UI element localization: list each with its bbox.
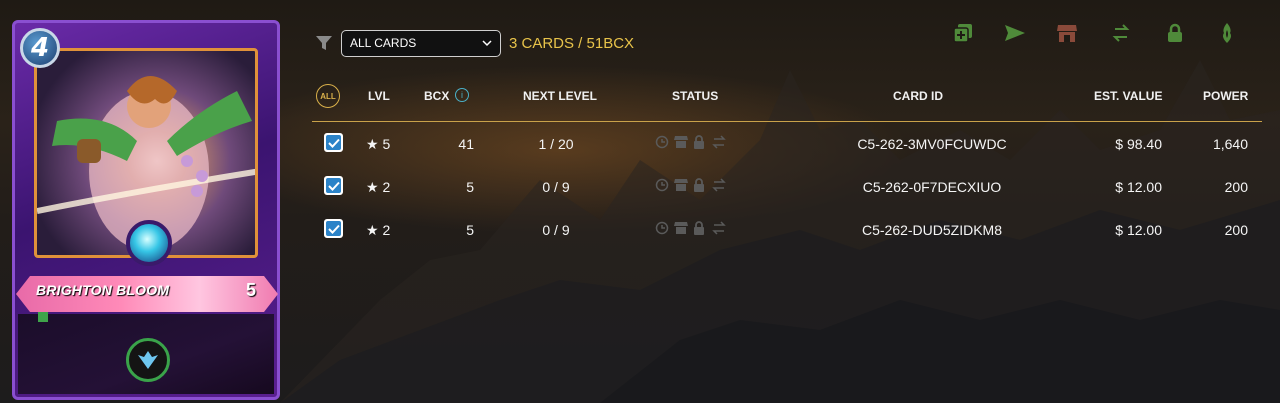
status-icons (655, 135, 726, 151)
clock-icon (655, 221, 669, 237)
cell-power: 200 (1224, 179, 1248, 195)
card-filter-select[interactable]: ALL CARDS (341, 29, 501, 57)
cell-power: 200 (1224, 222, 1248, 238)
cell-bcx: 5 (466, 222, 474, 238)
table-header: ALL LVL BCX i NEXT LEVEL STATUS CARD ID … (312, 80, 1262, 122)
market-icon (674, 221, 688, 237)
transfer-icon (712, 221, 726, 237)
cell-est-value: $ 12.00 (1115, 222, 1162, 238)
cell-card-id[interactable]: C5-262-3MV0FCUWDC (812, 136, 1052, 152)
chevron-down-icon (482, 36, 492, 50)
table-row[interactable]: ★ 250 / 9 C5-262-DUD5ZIDKM8 $ 12.00 200 (312, 208, 1262, 251)
lock-icon (693, 178, 707, 194)
cell-bcx: 5 (466, 179, 474, 195)
lock-icon[interactable] (1162, 20, 1188, 46)
level-indicator (38, 312, 48, 322)
cell-est-value: $ 12.00 (1115, 179, 1162, 195)
market-icon (674, 135, 688, 151)
status-icons (655, 178, 726, 194)
lock-icon (693, 135, 707, 151)
market-icon (674, 178, 688, 194)
cell-next-level: 1 / 20 (538, 136, 574, 152)
clock-icon (655, 178, 669, 194)
header-lvl: LVL (368, 89, 390, 103)
burn-icon[interactable] (1214, 20, 1240, 46)
cell-power: 1,640 (1212, 136, 1248, 152)
table-row[interactable]: ★ 250 / 9 C5-262-0F7DECXIUO $ 12.00 200 (312, 165, 1262, 208)
cards-table: ALL LVL BCX i NEXT LEVEL STATUS CARD ID … (312, 80, 1262, 251)
header-next-level: NEXT LEVEL (523, 89, 598, 103)
info-icon[interactable]: i (455, 88, 469, 102)
rarity-gem (126, 220, 172, 266)
header-est-value: EST. VALUE (1094, 89, 1163, 103)
card-image: 4 BRIGHTON BLOOM 5 (12, 20, 280, 400)
add-card-icon[interactable] (950, 20, 976, 46)
header-power: POWER (1203, 89, 1249, 103)
status-icons (655, 221, 726, 237)
cell-est-value: $ 98.40 (1115, 136, 1162, 152)
mana-cost: 4 (20, 28, 60, 68)
lock-icon (693, 221, 707, 237)
header-status: STATUS (672, 89, 719, 103)
action-bar (940, 20, 1240, 46)
clock-icon (655, 135, 669, 151)
cell-next-level: 0 / 9 (542, 222, 570, 238)
card-summary: 3 CARDS / 51BCX (509, 34, 635, 52)
filter-icon[interactable] (314, 33, 334, 53)
transfer-icon (712, 135, 726, 151)
card-name: BRIGHTON BLOOM (36, 282, 170, 298)
cell-next-level: 0 / 9 (542, 179, 570, 195)
cell-card-id[interactable]: C5-262-0F7DECXIUO (812, 179, 1052, 195)
toolbar: ALL CARDS 3 CARDS / 51BCX (314, 29, 634, 57)
header-card-id: CARD ID (893, 89, 943, 103)
cell-bcx: 41 (458, 136, 474, 152)
card-filter-value: ALL CARDS (350, 36, 417, 50)
transfer-icon[interactable] (1108, 20, 1134, 46)
transfer-icon (712, 178, 726, 194)
card-level: 5 (246, 280, 257, 300)
header-bcx: BCX (424, 89, 450, 103)
market-icon[interactable] (1054, 20, 1080, 46)
flying-ability-icon (126, 338, 170, 382)
cell-card-id[interactable]: C5-262-DUD5ZIDKM8 (812, 222, 1052, 238)
table-row[interactable]: ★ 5 41 1 / 20 C5-262-3MV0FCUWDC $ 98.40 1,640 (312, 122, 1262, 165)
select-all-button[interactable]: ALL (316, 84, 340, 108)
send-icon[interactable] (1002, 20, 1028, 46)
